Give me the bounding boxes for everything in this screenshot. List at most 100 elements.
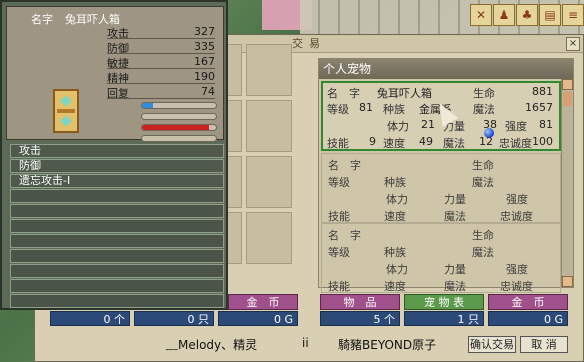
item-slot[interactable]: [246, 212, 292, 264]
str-label: 力量: [444, 193, 466, 206]
scroll-down-arrow-icon[interactable]: [562, 276, 573, 287]
skill-label: 技能: [328, 280, 350, 293]
right-items-count: 5 个: [320, 311, 400, 326]
name-label: 名 字: [328, 159, 361, 172]
pet-list-button[interactable]: 宠 物 表: [404, 294, 484, 310]
mag-label: 魔法: [444, 280, 466, 293]
left-items-count: 0 个: [50, 311, 130, 326]
tough-label: 强度: [506, 263, 528, 276]
gem-icon: [60, 95, 72, 107]
name-label: 名 字: [328, 229, 361, 242]
stat-value: 167: [194, 55, 215, 68]
stat-value: 327: [194, 25, 215, 38]
tough-label: 强度: [506, 193, 528, 206]
left-player-name: ﹏Melody、精灵: [166, 338, 258, 352]
status-bar: [141, 135, 217, 142]
pet-card[interactable]: 名 字 生命 等级 种族 魔法 体力 力量 强度 技能 速度 魔法 忠诚度: [321, 223, 561, 293]
scroll-up-arrow-icon[interactable]: [562, 79, 573, 90]
left-gold-button[interactable]: 金 币: [228, 294, 298, 310]
spd-label: 速度: [384, 280, 406, 293]
skill-label: 技能: [328, 210, 350, 223]
race-label: 种族: [383, 103, 405, 116]
skill-slot[interactable]: [10, 234, 224, 248]
status-bar-fill: [142, 125, 209, 130]
level-label: 等级: [328, 246, 350, 259]
status-bar: [141, 113, 217, 120]
skill-slot[interactable]: [10, 189, 224, 203]
stat-agility: 敏捷 167: [107, 55, 215, 70]
mp-label: 魔法: [473, 103, 495, 116]
personal-pets-panel: 个人宠物 名 字 兔耳吓人箱 生命 881 等级 81 种族 金属系 魔法 16…: [318, 58, 574, 293]
right-pets-count: 1 只: [404, 311, 484, 326]
vit-label: 体力: [386, 263, 408, 276]
mag-label: 魔法: [443, 137, 465, 150]
confirm-trade-button[interactable]: 确认交易: [468, 336, 516, 353]
close-button[interactable]: ×: [566, 37, 580, 51]
blue-orb-icon: [484, 128, 494, 138]
stat-defense: 防御 335: [107, 40, 215, 55]
vit-value: 21: [421, 118, 435, 131]
skill-slot[interactable]: [10, 279, 224, 293]
skill-label: 技能: [327, 137, 349, 150]
group-icon[interactable]: ♣: [516, 4, 538, 26]
gem-icon: [60, 115, 72, 127]
right-player-name: 騎豬BEYOND原子: [338, 338, 437, 352]
spd-value: 49: [419, 135, 433, 148]
skill-slot[interactable]: [10, 219, 224, 233]
pet-info-header: 名字 兔耳吓人箱 攻击 327 防御 335 敏捷 167 精神 190 回复 …: [6, 6, 224, 142]
skill-slot[interactable]: 遗忘攻击-I: [10, 174, 224, 188]
spd-label: 速度: [383, 137, 405, 150]
item-slot[interactable]: [246, 44, 292, 96]
spd-label: 速度: [384, 210, 406, 223]
loyalty-value: 100: [532, 135, 553, 148]
skill-slot[interactable]: [10, 264, 224, 278]
scroll-icon[interactable]: ≡: [562, 4, 584, 26]
mp-value: 1657: [525, 101, 553, 114]
pet-card[interactable]: 名 字 生命 等级 种族 魔法 体力 力量 强度 技能 速度 魔法 忠诚度: [321, 153, 561, 223]
hp-label: 生命: [472, 159, 494, 172]
mp-label: 魔法: [472, 246, 494, 259]
left-gold-value: 0 G: [218, 311, 298, 326]
mag-label: 魔法: [444, 210, 466, 223]
skill-slot[interactable]: [10, 249, 224, 263]
right-gold-button[interactable]: 金 币: [488, 294, 568, 310]
stat-value: 335: [194, 40, 215, 53]
skill-slot[interactable]: 防御: [10, 159, 224, 173]
stat-attack: 攻击 327: [107, 25, 215, 40]
skill-slot[interactable]: [10, 204, 224, 218]
figure-icon[interactable]: ♟: [493, 4, 515, 26]
item-slot[interactable]: [246, 100, 292, 152]
vit-label: 体力: [386, 193, 408, 206]
card-icon[interactable]: ▤: [539, 4, 561, 26]
tough-label: 强度: [505, 120, 527, 133]
item-slot[interactable]: [246, 156, 292, 208]
separator-text: ii: [302, 336, 309, 350]
items-button[interactable]: 物 品: [320, 294, 400, 310]
stat-value: 190: [194, 70, 215, 83]
skill-value: 9: [369, 135, 376, 148]
mp-label: 魔法: [472, 176, 494, 189]
status-bar-fill: [142, 103, 154, 108]
pets-scrollbar[interactable]: [561, 79, 573, 287]
left-pets-count: 0 只: [134, 311, 214, 326]
cancel-button[interactable]: 取 消: [520, 336, 568, 353]
stat-recovery: 回复 74: [107, 85, 215, 100]
pets-panel-title: 个人宠物: [319, 59, 573, 79]
status-bar: [141, 124, 217, 131]
skill-slot[interactable]: 攻击: [10, 144, 224, 158]
scroll-thumb[interactable]: [563, 92, 572, 106]
race-label: 种族: [384, 176, 406, 189]
vit-label: 体力: [387, 120, 409, 133]
top-toolbar: ✕ ♟ ♣ ▤ ≡ ◆: [470, 4, 584, 26]
stat-value: 74: [201, 85, 215, 98]
loyalty-label: 忠诚度: [500, 210, 533, 223]
name-label: 名字: [31, 13, 53, 26]
stat-spirit: 精神 190: [107, 70, 215, 85]
level-label: 等级: [328, 176, 350, 189]
x-pose-icon[interactable]: ✕: [470, 4, 492, 26]
str-label: 力量: [444, 263, 466, 276]
right-gold-value: 0 G: [488, 311, 568, 326]
hp-label: 生命: [472, 229, 494, 242]
loyalty-label: 忠诚度: [499, 137, 532, 150]
skill-slot[interactable]: [10, 294, 224, 308]
